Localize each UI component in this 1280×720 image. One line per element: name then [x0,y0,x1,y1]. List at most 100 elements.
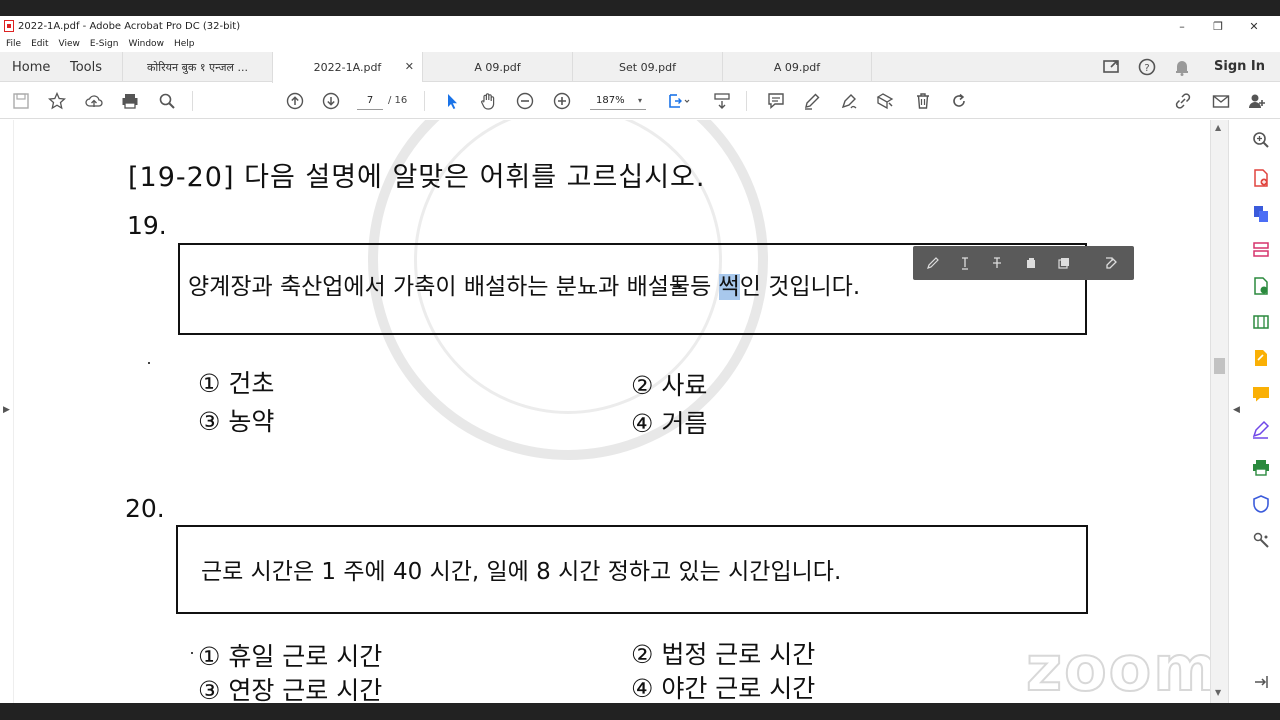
bookmark-star-icon[interactable] [46,91,68,111]
acrobat-window: 2022-1A.pdf - Adobe Acrobat Pro DC (32-b… [0,16,1280,703]
delete-trash-icon[interactable] [912,91,934,111]
document-viewport[interactable]: ▶ [19-20] 다음 설명에 알맞은 어휘를 고르십시오. 19. 양계장과… [0,120,1228,703]
edit-pdf-icon[interactable] [874,91,896,111]
strikethrough-text-icon[interactable] [989,255,1005,271]
doc-tab[interactable]: A 09.pdf [722,52,872,82]
scroll-mode-icon[interactable] [711,91,733,111]
export-pdf-icon[interactable] [1251,276,1271,296]
sign-in-button[interactable]: Sign In [1214,59,1265,74]
question-20-text: 근로 시간은 1 주에 40 시간, 일에 8 시간 정하고 있는 시간입니다. [201,559,842,585]
chevron-down-icon: ▾ [637,96,642,105]
collapse-right-pane-icon[interactable]: ◀ [1233,405,1240,415]
doc-tab[interactable]: Set 09.pdf [572,52,722,82]
rotate-icon[interactable] [948,91,970,111]
doc-tab-label: A 09.pdf [773,60,821,74]
search-zoom-icon[interactable] [1251,130,1271,150]
menu-esign[interactable]: E-Sign [90,39,119,49]
notifications-bell-icon[interactable] [1172,57,1192,77]
menu-file[interactable]: File [6,39,21,49]
maximize-button[interactable]: ❐ [1200,16,1236,36]
option-text: ④ 거름 [631,409,708,438]
option-text: ① 휴일 근로 시간 [198,642,383,671]
next-page-icon[interactable] [320,91,342,111]
option-text: ③ 농약 [198,407,275,436]
option-text: ④ 야간 근로 시간 [631,674,816,703]
scroll-up-icon[interactable]: ▲ [1215,123,1221,132]
page-total: / 16 [388,95,408,106]
question-heading: [19-20] 다음 설명에 알맞은 어휘를 고르십시오. [128,162,706,193]
edit-text-icon[interactable] [1103,255,1119,271]
doc-tab-label: A 09.pdf [474,60,521,74]
page-number-input[interactable]: 7 [357,92,383,110]
select-cursor-icon[interactable] [441,91,463,111]
add-user-icon[interactable] [1246,91,1268,111]
left-panel-toggle[interactable]: ▶ [0,120,14,703]
find-search-icon[interactable] [156,91,178,111]
draw-sign-icon[interactable] [838,91,860,111]
vertical-scrollbar[interactable]: ▲ ▼ [1210,120,1228,703]
print-production-icon[interactable] [1251,458,1271,478]
expand-left-panel-icon[interactable]: ▶ [3,405,10,415]
toolbar-divider [192,91,193,111]
stray-mark [148,362,150,364]
save-icon[interactable] [10,91,32,111]
hand-tool-icon[interactable] [477,91,499,111]
duplicate-icon[interactable] [1056,255,1072,271]
tab-home[interactable]: Home [12,52,50,82]
email-icon[interactable] [1210,91,1232,111]
minimize-button[interactable]: – [1164,16,1200,36]
print-icon[interactable] [119,91,141,111]
page-fit-icon[interactable] [664,91,694,111]
doc-tab-active[interactable]: 2022-1A.pdf ✕ [272,52,422,83]
menu-edit[interactable]: Edit [31,39,48,49]
combine-files-icon[interactable] [1251,204,1271,224]
zoom-level-select[interactable]: 187% ▾ [590,92,646,110]
create-pdf-icon[interactable] [1251,168,1271,188]
protect-shield-icon[interactable] [1251,494,1271,514]
toolbar-divider [746,91,747,111]
menu-window[interactable]: Window [128,39,164,49]
underline-text-icon[interactable] [957,255,973,271]
highlight-pen-icon[interactable] [801,91,823,111]
option-text: ② 사료 [631,371,708,400]
close-tab-icon[interactable]: ✕ [405,60,414,73]
comment-icon[interactable] [765,91,787,111]
upload-cloud-icon[interactable] [83,91,105,111]
previous-page-icon[interactable] [284,91,306,111]
tab-bar: Home Tools कोरियन बुक १ एन्जल ... 2022-1… [0,52,1280,83]
zoom-level-value: 187% [596,95,625,106]
doc-tab-label: कोरियन बुक १ एन्जल ... [146,60,249,74]
compress-pdf-icon[interactable] [1251,312,1271,332]
share-link-icon[interactable] [1172,91,1194,111]
scroll-down-icon[interactable]: ▼ [1215,688,1221,697]
scroll-thumb[interactable] [1214,358,1225,374]
question-19-text: 양계장과 축산업에서 가축이 배설하는 분뇨과 배설물등 썩인 것입니다. [188,267,860,301]
menu-view[interactable]: View [59,39,80,49]
zoom-in-icon[interactable] [551,91,573,111]
fill-sign-icon[interactable] [1251,420,1271,440]
share-screen-icon[interactable] [1102,57,1122,77]
question-19-text-part: 양계장과 축산업에서 가축이 배설하는 분뇨과 배설물등 [188,274,719,300]
tab-tools[interactable]: Tools [70,52,102,82]
close-window-button[interactable]: ✕ [1236,16,1272,36]
menu-help[interactable]: Help [174,39,195,49]
text-markup-toolbar [913,246,1134,280]
edit-pdf-tool-icon[interactable] [1251,348,1271,368]
comment-tool-icon[interactable] [1251,384,1271,404]
highlight-pen-icon[interactable] [925,255,941,271]
toolbar-divider [424,91,425,111]
organize-pages-icon[interactable] [1251,240,1271,260]
more-tools-icon[interactable] [1251,530,1271,550]
doc-tab[interactable]: A 09.pdf [422,52,572,82]
main-toolbar: 7 / 16 187% ▾ [0,83,1280,119]
right-tools-pane: ◀ [1228,120,1280,703]
expand-pane-icon[interactable] [1251,672,1271,692]
copy-text-icon[interactable] [1023,255,1039,271]
question-19-text-part: 인 것입니다. [739,274,861,300]
pdf-page: [19-20] 다음 설명에 알맞은 어휘를 고르십시오. 19. 양계장과 축… [14,120,1210,703]
zoom-out-icon[interactable] [514,91,536,111]
doc-tab[interactable]: कोरियन बुक १ एन्जल ... [122,52,272,82]
acrobat-app-icon [4,20,14,32]
help-icon[interactable]: ? [1137,57,1157,77]
question-number: 19. [127,211,167,240]
